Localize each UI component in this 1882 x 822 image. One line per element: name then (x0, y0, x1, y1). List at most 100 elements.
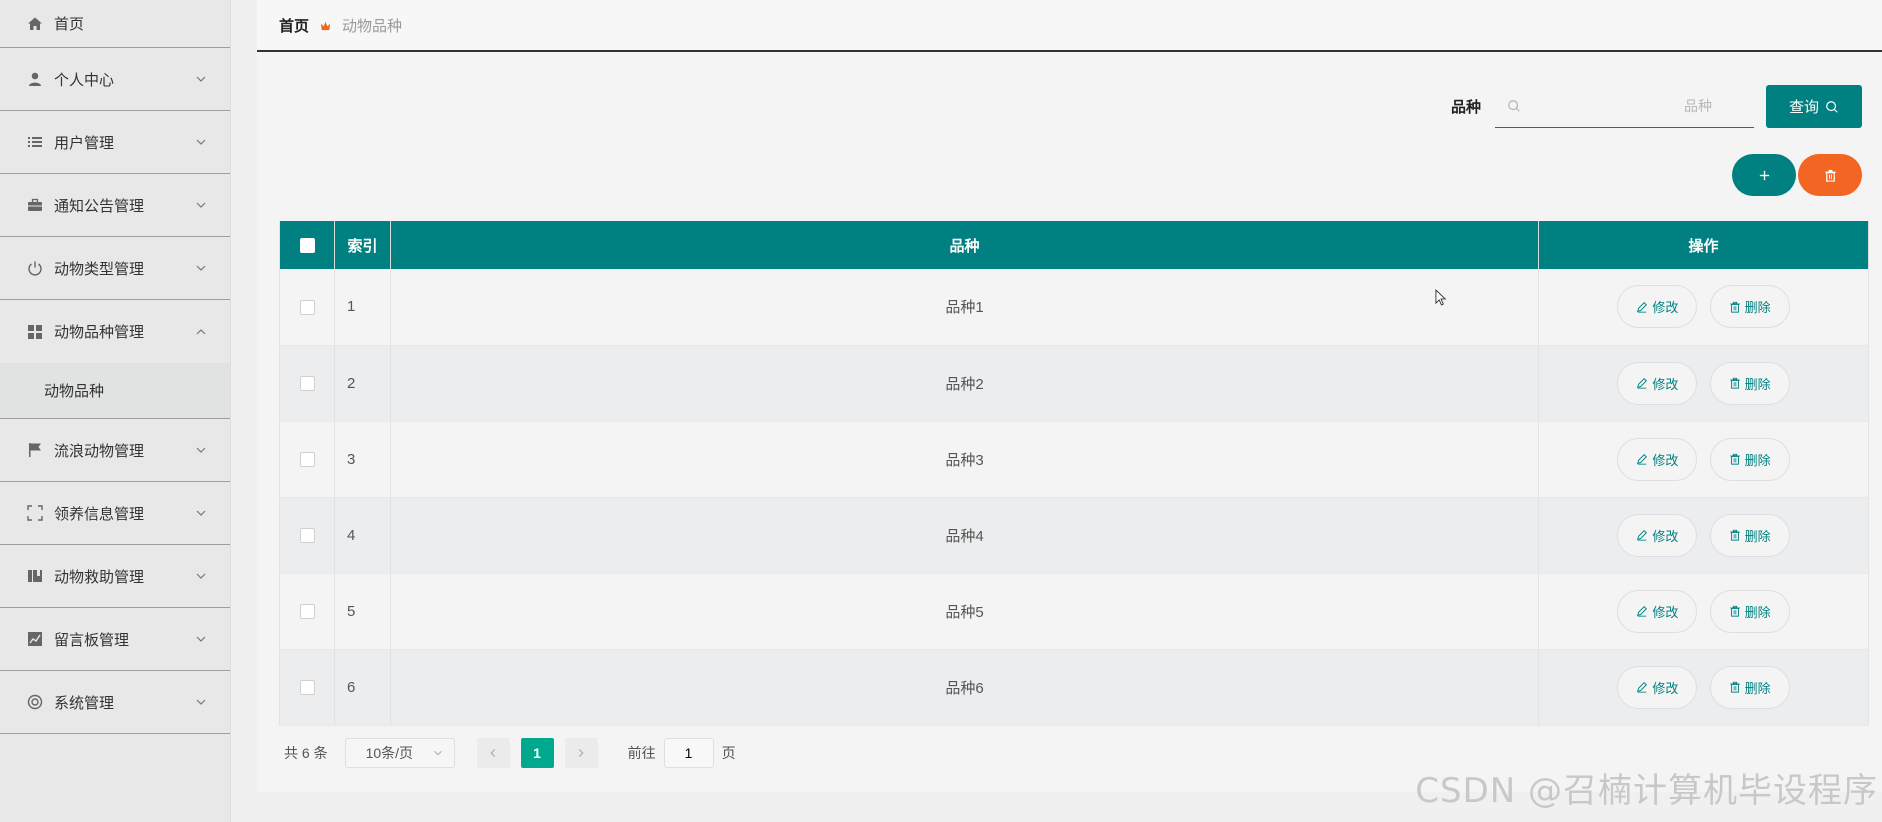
row-select-cell[interactable] (279, 573, 335, 650)
breadcrumb: 首页 动物品种 (257, 0, 1882, 52)
select-all-checkbox[interactable] (299, 238, 315, 254)
sidebar-item-label: 留言板管理 (54, 631, 130, 649)
header-select-all[interactable] (279, 221, 335, 269)
row-checkbox[interactable] (299, 528, 315, 544)
row-ops: 修改 删除 (1538, 421, 1869, 498)
search-label: 品种 (1450, 99, 1481, 116)
list-icon (26, 133, 44, 151)
sidebar-item-label: 个人中心 (54, 71, 115, 89)
chevron-down-icon (194, 443, 208, 457)
search-input[interactable] (1521, 98, 1742, 114)
delete-label: 删除 (1744, 528, 1771, 544)
table-row: 1 品种1 修改 删除 (279, 269, 1869, 346)
sidebar-item-system-management[interactable]: 系统管理 (0, 671, 230, 734)
delete-label: 删除 (1744, 452, 1771, 468)
row-ops: 修改 删除 (1538, 345, 1869, 422)
table-row: 5 品种5 修改 删除 (279, 573, 1869, 650)
edit-button[interactable]: 修改 (1617, 513, 1698, 557)
edit-label: 修改 (1652, 528, 1679, 544)
query-button[interactable]: 查询 (1766, 85, 1862, 128)
batch-delete-button[interactable] (1798, 154, 1862, 196)
delete-button[interactable]: 删除 (1709, 285, 1790, 329)
row-select-cell[interactable] (279, 421, 335, 498)
edit-icon (1637, 530, 1648, 541)
sidebar-item-message-board-management[interactable]: 留言板管理 (0, 608, 230, 671)
row-name: 品种1 (390, 269, 1539, 346)
row-ops: 修改 删除 (1538, 573, 1869, 650)
lifebuoy-icon (26, 693, 44, 711)
row-select-cell[interactable] (279, 269, 335, 346)
trash-icon (1729, 681, 1740, 693)
sidebar-item-stray-animal-management[interactable]: 流浪动物管理 (0, 419, 230, 482)
edit-button[interactable]: 修改 (1617, 437, 1698, 481)
edit-icon (1637, 682, 1648, 693)
sidebar-subitem-animal-breed[interactable]: 动物品种 (0, 363, 230, 419)
row-name: 品种5 (390, 573, 1539, 650)
edit-button[interactable]: 修改 (1617, 361, 1698, 405)
book-icon (26, 567, 44, 585)
trash-icon (1729, 377, 1740, 389)
sidebar-item-notice-management[interactable]: 通知公告管理 (0, 174, 230, 237)
row-checkbox[interactable] (299, 452, 315, 468)
chevron-down-icon (433, 750, 442, 756)
mouse-cursor-icon (1435, 289, 1448, 313)
breadcrumb-current: 动物品种 (342, 17, 403, 35)
delete-button[interactable]: 删除 (1709, 361, 1790, 405)
edit-label: 修改 (1652, 300, 1679, 316)
sidebar-item-label: 领养信息管理 (54, 505, 145, 523)
table-row: 4 品种4 修改 删除 (279, 497, 1869, 574)
pagination-total: 共 6 条 (284, 745, 328, 761)
sidebar-item-animal-breed-management[interactable]: 动物品种管理 (0, 300, 230, 363)
sidebar-item-adoption-management[interactable]: 领养信息管理 (0, 482, 230, 545)
pagination: 共 6 条 10条/页 1 前往 页 (284, 738, 736, 768)
row-ops: 修改 删除 (1538, 649, 1869, 726)
chevron-down-icon (194, 506, 208, 520)
next-page-button[interactable] (564, 738, 598, 768)
page-size-select[interactable]: 10条/页 (344, 738, 455, 768)
sidebar-item-home[interactable]: 首页 (0, 0, 230, 48)
row-checkbox[interactable] (299, 604, 315, 620)
sidebar-item-label: 首页 (54, 16, 85, 33)
trash-icon (1729, 529, 1740, 541)
add-button[interactable] (1732, 154, 1796, 196)
sidebar-item-label: 用户管理 (54, 134, 115, 152)
goto-page-input[interactable] (663, 738, 714, 768)
breadcrumb-home[interactable]: 首页 (279, 15, 309, 36)
row-checkbox[interactable] (299, 680, 315, 696)
prev-page-button[interactable] (476, 738, 510, 768)
delete-button[interactable]: 删除 (1709, 437, 1790, 481)
edit-button[interactable]: 修改 (1617, 285, 1698, 329)
row-select-cell[interactable] (279, 345, 335, 422)
power-icon (26, 259, 44, 277)
edit-button[interactable]: 修改 (1617, 589, 1698, 633)
data-table: 索引 品种 操作 1 品种1 修改 删除 2 品种2 修改 删除 3 品种3 修… (279, 221, 1869, 726)
sidebar-item-animal-type-management[interactable]: 动物类型管理 (0, 237, 230, 300)
sidebar-item-user-management[interactable]: 用户管理 (0, 111, 230, 174)
sidebar-item-label: 动物救助管理 (54, 568, 145, 586)
sidebar-item-label: 通知公告管理 (54, 197, 145, 215)
delete-button[interactable]: 删除 (1709, 513, 1790, 557)
page-number-current[interactable]: 1 (520, 738, 554, 768)
chevron-left-icon (490, 749, 496, 757)
goto-prefix: 前往 (627, 745, 656, 761)
sidebar-item-label: 系统管理 (54, 694, 115, 712)
trash-icon (1729, 605, 1740, 617)
row-checkbox[interactable] (299, 299, 315, 315)
delete-button[interactable]: 删除 (1709, 589, 1790, 633)
trash-icon (1729, 453, 1740, 465)
edit-label: 修改 (1652, 604, 1679, 620)
edit-label: 修改 (1652, 452, 1679, 468)
sidebar-item-personal-center[interactable]: 个人中心 (0, 48, 230, 111)
row-checkbox[interactable] (299, 376, 315, 392)
row-select-cell[interactable] (279, 497, 335, 574)
search-field[interactable] (1495, 86, 1754, 128)
sidebar-item-animal-rescue-management[interactable]: 动物救助管理 (0, 545, 230, 608)
chart-icon (26, 630, 44, 648)
watermark: CSDN @召楠计算机毕设程序 (1415, 771, 1878, 811)
edit-button[interactable]: 修改 (1617, 665, 1698, 709)
header-ops: 操作 (1538, 221, 1869, 269)
sidebar-item-label: 流浪动物管理 (54, 442, 145, 460)
row-index: 4 (334, 497, 391, 574)
delete-button[interactable]: 删除 (1709, 665, 1790, 709)
row-select-cell[interactable] (279, 649, 335, 726)
